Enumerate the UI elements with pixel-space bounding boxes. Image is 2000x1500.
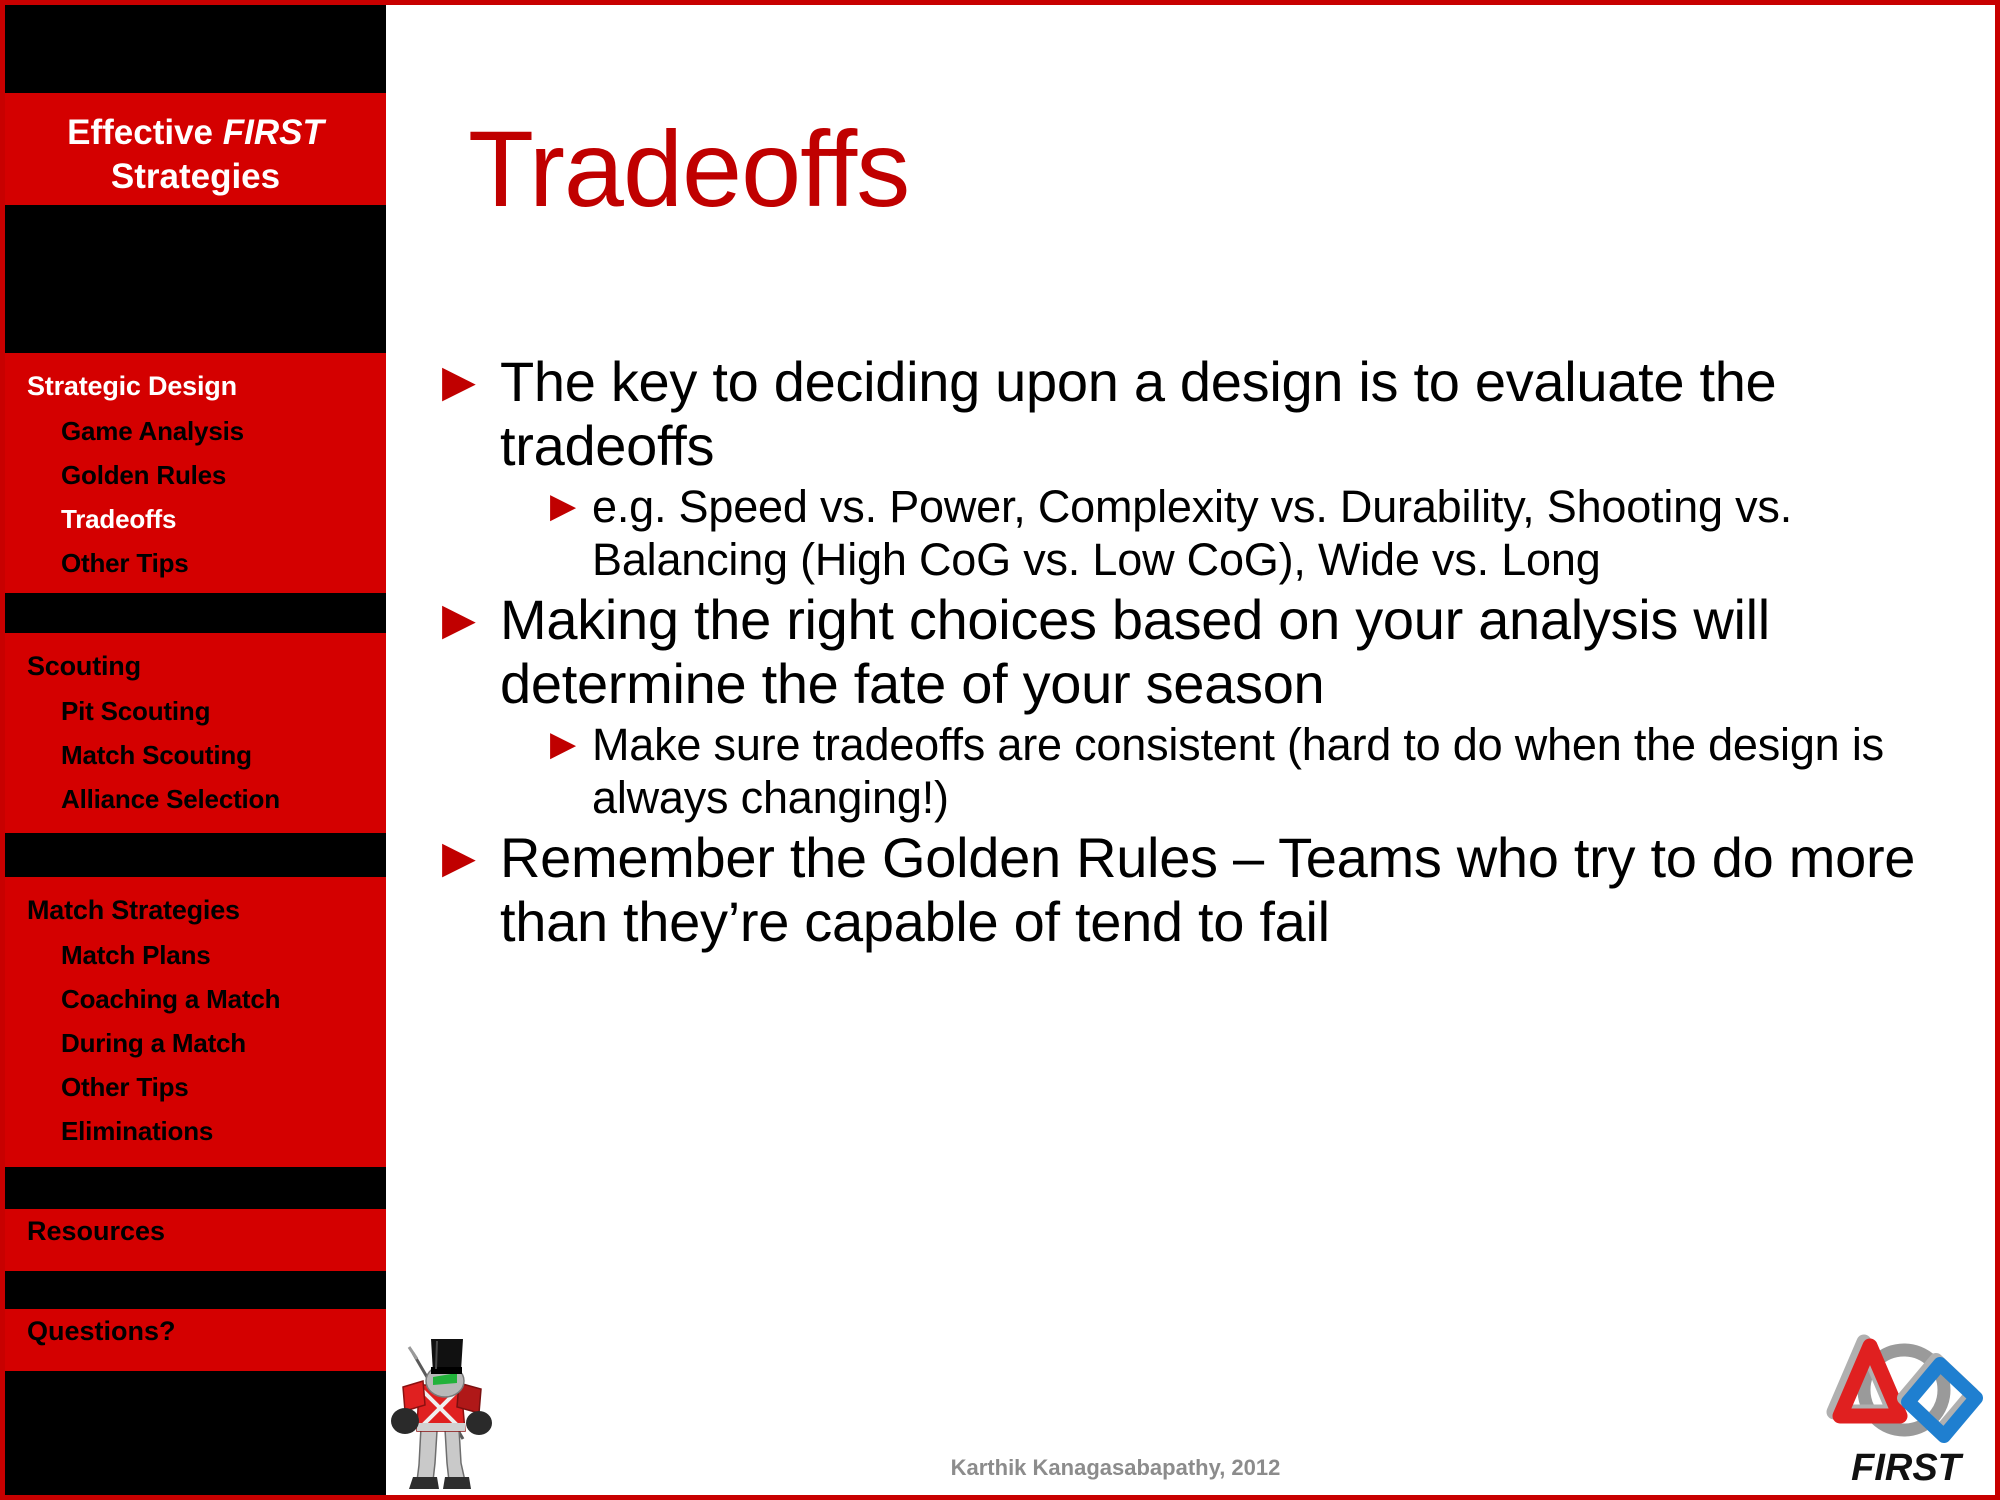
first-logo-wordmark: FIRST [1851, 1447, 1964, 1487]
slide-sidebar-navigation: Effective FIRST Strategies Strategic Des… [5, 5, 386, 1495]
bullet-text: The key to deciding upon a design is to … [500, 350, 1777, 477]
bullet-triangle-icon: ▶ [550, 725, 577, 763]
bullet-triangle-icon: ▶ [550, 487, 577, 525]
sidebar-section-scouting: Scouting Pit Scouting Match Scouting All… [5, 633, 386, 833]
sidebar-section-header-match-strategies[interactable]: Match Strategies [27, 887, 386, 933]
sidebar-section-header-strategic-design[interactable]: Strategic Design [27, 363, 386, 409]
bullet-item: ▶ Remember the Golden Rules – Teams who … [442, 826, 1972, 954]
bullet-item: ▶ Make sure tradeoffs are consistent (ha… [550, 718, 1972, 824]
sidebar-item-alliance-selection[interactable]: Alliance Selection [27, 777, 386, 821]
sidebar-item-golden-rules[interactable]: Golden Rules [27, 453, 386, 497]
sidebar-item-resources[interactable]: Resources [5, 1209, 386, 1253]
sidebar-item-tradeoffs[interactable]: Tradeoffs [27, 497, 386, 541]
first-logo-icon: FIRST [1826, 1334, 1983, 1487]
bullet-triangle-icon: ▶ [442, 595, 476, 644]
bullet-item: ▶ Making the right choices based on your… [442, 588, 1972, 716]
bullet-text: Remember the Golden Rules – Teams who tr… [500, 826, 1916, 953]
brand-word-first: FIRST [222, 113, 324, 152]
sidebar-brand-band: Effective FIRST Strategies [5, 93, 386, 205]
bullet-triangle-icon: ▶ [442, 833, 476, 882]
bullet-item: ▶ e.g. Speed vs. Power, Complexity vs. D… [550, 480, 1972, 586]
sidebar-section-header-scouting[interactable]: Scouting [27, 643, 386, 689]
footer-credit-text: Karthik Kanagasabapathy, 2012 [950, 1455, 1281, 1480]
bullet-text: Making the right choices based on your a… [500, 588, 1770, 715]
sidebar-item-pit-scouting[interactable]: Pit Scouting [27, 689, 386, 733]
sidebar-item-other-tips[interactable]: Other Tips [27, 541, 386, 585]
presentation-slide: Effective FIRST Strategies Strategic Des… [0, 0, 2000, 1500]
sidebar-section-match-strategies: Match Strategies Match Plans Coaching a … [5, 877, 386, 1167]
robot-mascot-icon [391, 1339, 492, 1489]
slide-title: Tradeoffs [468, 108, 910, 229]
bullet-text: e.g. Speed vs. Power, Complexity vs. Dur… [592, 481, 1793, 585]
sidebar-item-coaching-a-match[interactable]: Coaching a Match [27, 977, 386, 1021]
slide-main-content: Tradeoffs ▶ The key to deciding upon a d… [386, 5, 1995, 1495]
sidebar-item-game-analysis[interactable]: Game Analysis [27, 409, 386, 453]
bullet-text: Make sure tradeoffs are consistent (hard… [592, 719, 1884, 823]
sidebar-item-during-a-match[interactable]: During a Match [27, 1021, 386, 1065]
bullet-triangle-icon: ▶ [442, 357, 476, 406]
slide-body-bullets: ▶ The key to deciding upon a design is t… [442, 350, 1972, 956]
brand-word-effective: Effective [67, 113, 223, 152]
brand-word-strategies: Strategies [110, 157, 281, 196]
sidebar-section-questions: Questions? [5, 1309, 386, 1371]
sidebar-section-resources: Resources [5, 1209, 386, 1271]
sidebar-item-questions[interactable]: Questions? [5, 1309, 386, 1353]
sidebar-brand-title: Effective FIRST Strategies [5, 93, 386, 199]
sidebar-item-eliminations[interactable]: Eliminations [27, 1109, 386, 1153]
sidebar-item-match-scouting[interactable]: Match Scouting [27, 733, 386, 777]
sidebar-item-match-plans[interactable]: Match Plans [27, 933, 386, 977]
sidebar-item-other-tips-match[interactable]: Other Tips [27, 1065, 386, 1109]
bullet-item: ▶ The key to deciding upon a design is t… [442, 350, 1972, 478]
sidebar-section-strategic-design: Strategic Design Game Analysis Golden Ru… [5, 353, 386, 593]
